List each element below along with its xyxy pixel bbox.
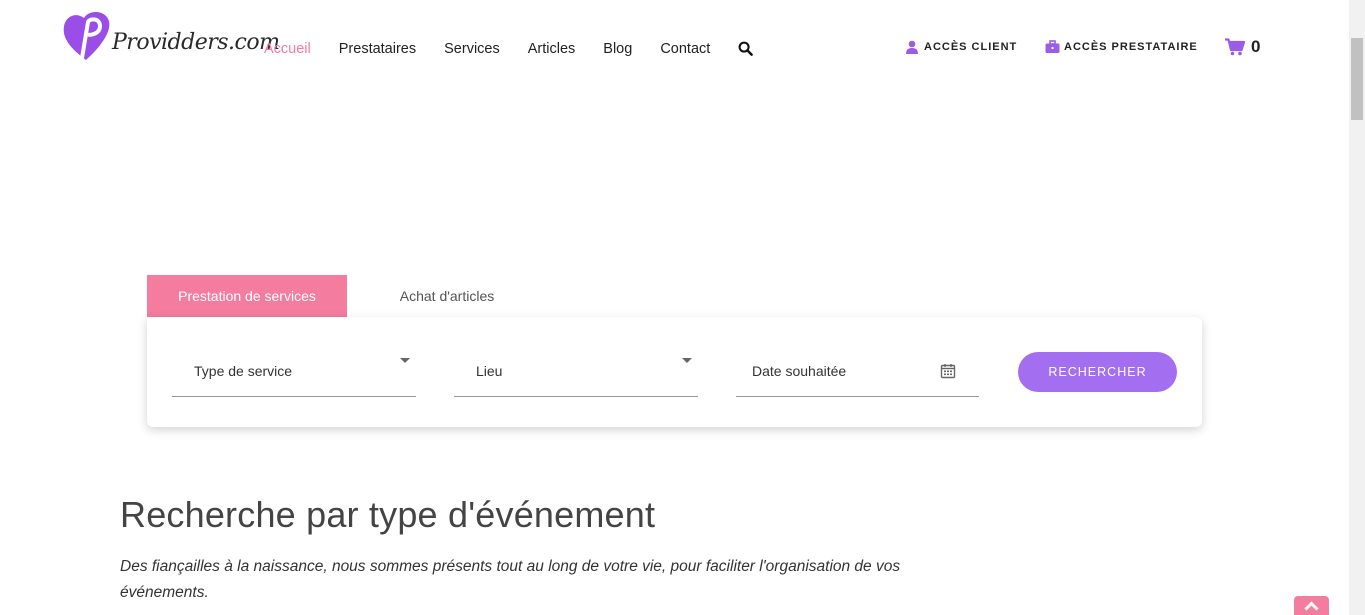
page-scrollbar[interactable]	[1349, 0, 1365, 615]
cart-icon	[1225, 38, 1245, 56]
location-label: Lieu	[476, 363, 503, 379]
nav-item-accueil[interactable]: Accueil	[264, 41, 311, 57]
cart-count: 0	[1251, 37, 1261, 56]
site-header: Providders.com Accueil Prestataires Serv…	[0, 0, 1349, 100]
tab-achat-articles[interactable]: Achat d'articles	[347, 275, 547, 317]
chevron-down-icon	[400, 358, 410, 363]
nav-item-articles[interactable]: Articles	[528, 41, 576, 57]
tab-prestation-services[interactable]: Prestation de services	[147, 275, 347, 317]
date-label: Date souhaitée	[752, 363, 847, 379]
heart-logo-icon	[63, 12, 110, 60]
nav-item-services[interactable]: Services	[444, 41, 500, 57]
chevron-down-icon	[682, 358, 692, 363]
nav-item-contact[interactable]: Contact	[660, 41, 710, 57]
date-input[interactable]: Date souhaitée	[736, 353, 979, 397]
search-icon[interactable]	[738, 41, 754, 57]
calendar-icon[interactable]	[940, 363, 956, 379]
briefcase-icon	[1045, 40, 1060, 54]
main-nav: Accueil Prestataires Services Articles B…	[264, 41, 754, 57]
search-card: Type de service Lieu Date souhaitée RECH…	[147, 317, 1202, 427]
provider-access-label: ACCÈS PRESTATAIRE	[1064, 41, 1198, 53]
events-description: Des fiançailles à la naissance, nous som…	[120, 558, 901, 601]
client-access-link[interactable]: ACCÈS CLIENT	[905, 40, 1017, 54]
back-to-top-button[interactable]	[1294, 596, 1329, 615]
client-access-label: ACCÈS CLIENT	[924, 41, 1018, 53]
nav-item-blog[interactable]: Blog	[603, 41, 632, 57]
scrollbar-thumb[interactable]	[1351, 38, 1363, 120]
search-button[interactable]: RECHERCHER	[1018, 352, 1177, 392]
user-icon	[905, 40, 919, 54]
provider-access-link[interactable]: ACCÈS PRESTATAIRE	[1045, 40, 1198, 54]
service-type-label: Type de service	[194, 363, 293, 379]
service-type-select[interactable]: Type de service	[172, 353, 416, 397]
logo-text: Providders.com	[112, 30, 280, 55]
cart-button[interactable]: 0	[1225, 37, 1260, 57]
location-select[interactable]: Lieu	[454, 353, 698, 397]
nav-item-prestataires[interactable]: Prestataires	[339, 41, 416, 57]
site-logo[interactable]: Providders.com	[60, 8, 280, 64]
events-title: Recherche par type d'événement	[120, 494, 656, 535]
chevron-up-icon	[1304, 601, 1319, 611]
